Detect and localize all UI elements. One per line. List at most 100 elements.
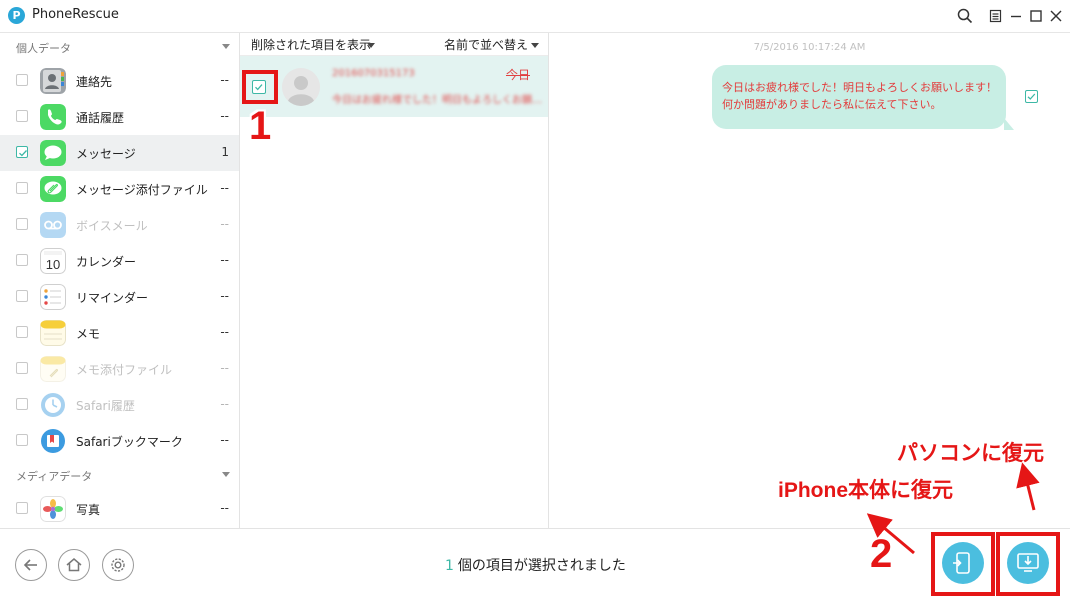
- voicemail-icon: [40, 212, 66, 238]
- avatar: [282, 68, 320, 106]
- calendar-icon: 10: [40, 248, 66, 274]
- list-item[interactable]: 2016070315173 今日はお疲れ様でした！明日もよろしくお願… 今日: [240, 56, 548, 117]
- item-count: --: [220, 501, 229, 515]
- checkbox[interactable]: [16, 110, 28, 122]
- chevron-down-icon[interactable]: [531, 43, 539, 48]
- settings-icon: [111, 558, 125, 572]
- sidebar-item-call-history[interactable]: 通話履歴 --: [0, 99, 239, 135]
- annotation-to-computer: パソコンに復元: [897, 442, 1044, 465]
- back-icon: [23, 559, 37, 571]
- title-bar: P PhoneRescue: [0, 0, 1070, 33]
- maximize-icon[interactable]: [1027, 7, 1045, 25]
- section-label: メディアデータ: [16, 470, 93, 483]
- checkbox[interactable]: [16, 434, 28, 446]
- message-text: 今日はお疲れ様でした！明日もよろしくお願いします！何か問題がありましたら私に伝え…: [722, 81, 997, 111]
- section-label: 個人データ: [16, 42, 71, 55]
- selection-status-text: 個の項目が選択されました: [457, 558, 626, 574]
- sidebar-item-calendar[interactable]: 10 カレンダー --: [0, 243, 239, 279]
- chevron-down-icon: [222, 44, 230, 49]
- checkbox[interactable]: [16, 290, 28, 302]
- filter-dropdown[interactable]: 削除された項目を表示: [251, 36, 371, 53]
- sidebar-item-reminders[interactable]: リマインダー --: [0, 279, 239, 315]
- checkmark-icon: [19, 150, 27, 157]
- checkbox[interactable]: [16, 398, 28, 410]
- item-count: --: [220, 361, 229, 375]
- highlight-box-device: [931, 532, 995, 596]
- search-icon[interactable]: [956, 7, 974, 25]
- checkbox[interactable]: [16, 254, 28, 266]
- item-count: --: [220, 181, 229, 195]
- section-header-media[interactable]: メディアデータ: [0, 461, 239, 487]
- sidebar-item-notes-attachments[interactable]: メモ添付ファイル --: [0, 351, 239, 387]
- home-button[interactable]: [58, 549, 90, 581]
- bubble-tail: [1004, 118, 1014, 130]
- checkbox[interactable]: [16, 182, 28, 194]
- message-timestamp: 7/5/2016 10:17:24 AM: [753, 42, 866, 53]
- item-count: --: [220, 217, 229, 231]
- item-count: --: [220, 397, 229, 411]
- checkbox[interactable]: [16, 218, 28, 230]
- step-1-label: 1: [249, 104, 272, 148]
- notes-icon: [40, 320, 66, 346]
- checkbox[interactable]: [16, 326, 28, 338]
- checkbox[interactable]: [16, 502, 28, 514]
- sidebar-item-safari-bookmarks[interactable]: Safariブックマーク --: [0, 423, 239, 459]
- list-header: 削除された項目を表示 名前で並べ替え: [240, 33, 548, 56]
- item-count: 1: [221, 145, 229, 159]
- safari-bookmark-icon: [41, 429, 65, 453]
- checkmark-icon: [1027, 93, 1036, 100]
- minimize-icon[interactable]: [1007, 7, 1025, 25]
- close-icon[interactable]: [1047, 7, 1065, 25]
- sort-dropdown[interactable]: 名前で並べ替え: [444, 36, 528, 53]
- attachment-icon: [40, 176, 66, 202]
- settings-button[interactable]: [102, 549, 134, 581]
- item-count: --: [220, 109, 229, 123]
- menu-icon[interactable]: [987, 7, 1005, 25]
- selection-status: 1 個の項目が選択されました: [445, 555, 626, 575]
- sidebar-item-label: Safari履歴: [76, 399, 135, 413]
- home-icon: [66, 558, 82, 572]
- sidebar-item-message-attachments[interactable]: メッセージ添付ファイル --: [0, 171, 239, 207]
- sidebar-item-label: ボイスメール: [76, 219, 148, 233]
- sidebar-item-notes[interactable]: メモ --: [0, 315, 239, 351]
- message-checkbox-checked[interactable]: [1025, 90, 1038, 103]
- sidebar-item-photos[interactable]: 写真 --: [0, 491, 239, 527]
- checkbox-checked[interactable]: [16, 146, 28, 158]
- sidebar-item-label: メモ: [76, 327, 101, 341]
- sidebar-item-safari-history[interactable]: Safari履歴 --: [0, 387, 239, 423]
- sidebar-item-label: メモ添付ファイル: [76, 363, 173, 377]
- safari-history-icon: [41, 393, 65, 417]
- messages-icon: [40, 140, 66, 166]
- window-title: PhoneRescue: [32, 7, 119, 22]
- step-2-label: 2: [870, 532, 893, 576]
- chevron-down-icon[interactable]: [367, 43, 375, 48]
- sidebar-item-contacts[interactable]: 連絡先 --: [0, 63, 239, 99]
- reminders-icon: [40, 284, 66, 310]
- notes-attachment-icon: [40, 356, 66, 382]
- sidebar-item-label: リマインダー: [76, 291, 149, 305]
- item-count: --: [220, 253, 229, 267]
- bottom-bar: 1 個の項目が選択されました: [0, 528, 1070, 601]
- photos-icon: [40, 496, 66, 522]
- highlight-box-computer: [996, 532, 1060, 596]
- checkbox[interactable]: [16, 74, 28, 86]
- section-header-personal[interactable]: 個人データ: [0, 33, 239, 59]
- item-count: --: [220, 289, 229, 303]
- chevron-down-icon: [222, 472, 230, 477]
- item-count: --: [220, 433, 229, 447]
- message-bubble: 今日はお疲れ様でした！明日もよろしくお願いします！何か問題がありましたら私に伝え…: [712, 65, 1014, 130]
- sidebar-item-label: 通話履歴: [76, 111, 125, 125]
- sidebar-item-label: メッセージ添付ファイル: [76, 183, 208, 197]
- message-preview: 今日はお疲れ様でした！明日もよろしくお願…: [332, 95, 542, 106]
- sidebar-item-label: 写真: [76, 503, 101, 517]
- category-sidebar: 個人データ 連絡先 -- 通話履歴 -- メッセージ 1 メッセージ添付ファイル…: [0, 33, 240, 528]
- sidebar-item-label: カレンダー: [76, 255, 137, 269]
- sidebar-item-messages[interactable]: メッセージ 1: [0, 135, 239, 171]
- selection-count: 1: [445, 558, 454, 574]
- highlight-box-checkbox: [242, 70, 278, 104]
- item-count: --: [220, 73, 229, 87]
- back-button[interactable]: [15, 549, 47, 581]
- contact-name: 2016070315173: [332, 68, 415, 79]
- sidebar-item-voicemail[interactable]: ボイスメール --: [0, 207, 239, 243]
- checkbox[interactable]: [16, 362, 28, 374]
